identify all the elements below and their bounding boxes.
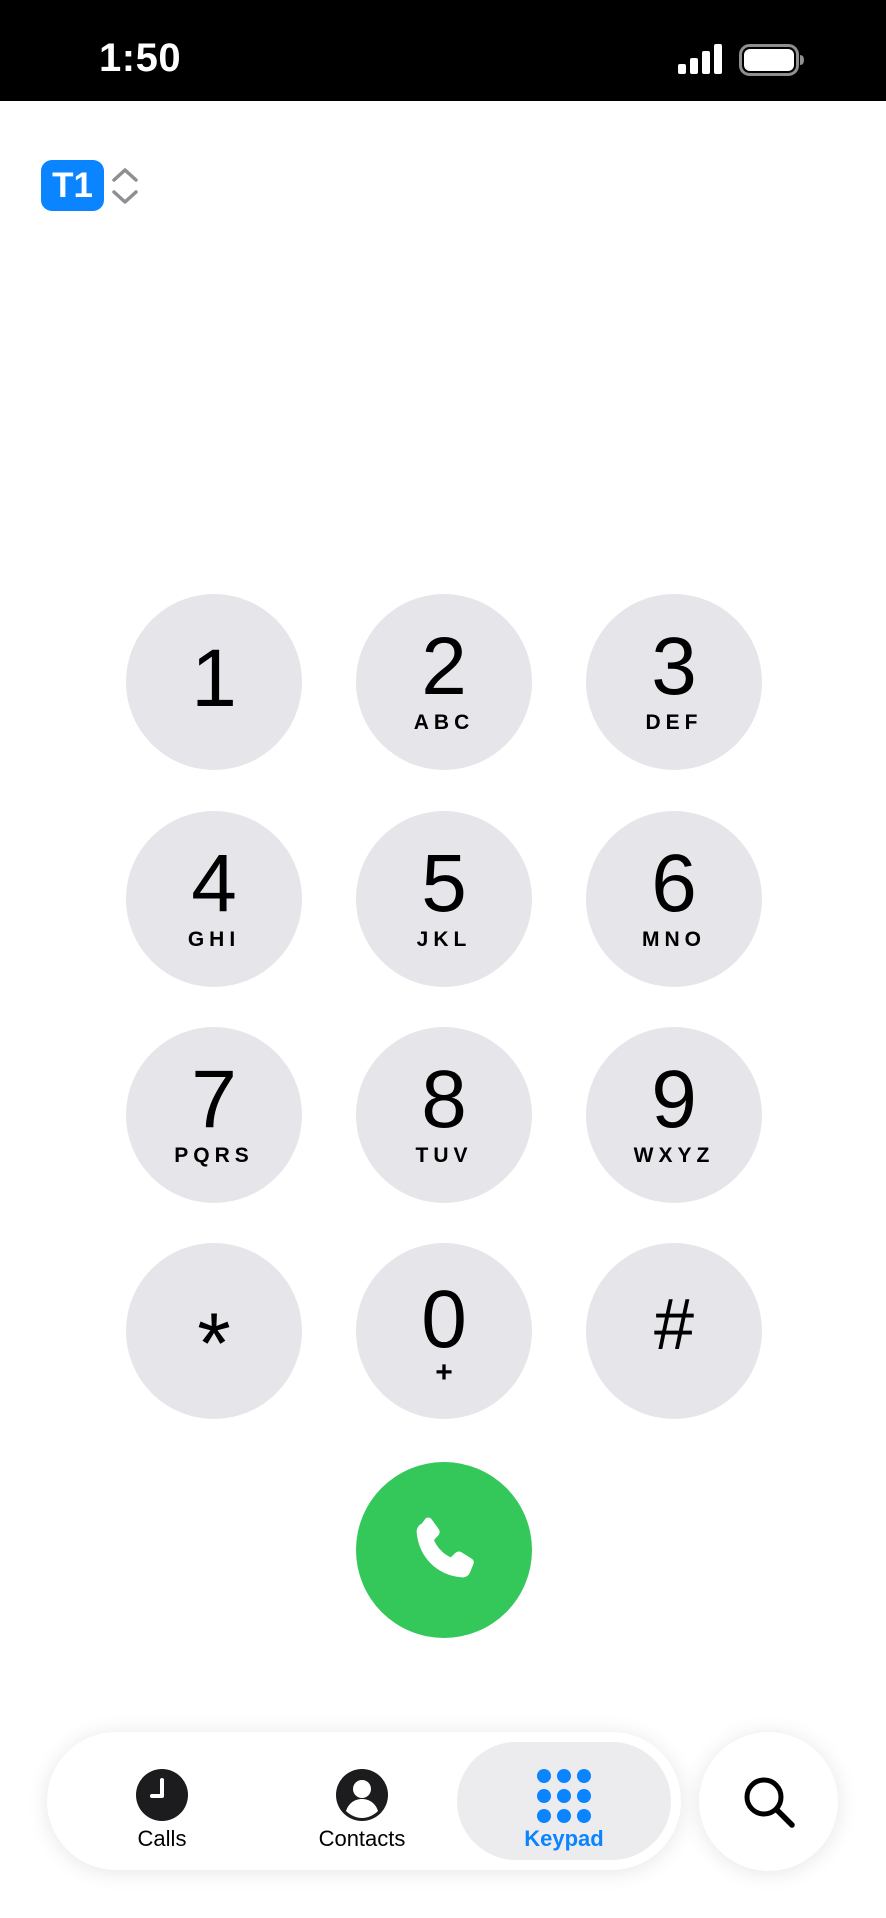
tab-bar: Calls Contacts Keypad xyxy=(47,1732,681,1870)
tab-keypad[interactable]: Keypad xyxy=(457,1742,671,1860)
line-selector[interactable]: T1 xyxy=(41,160,151,212)
key-digit: 7 xyxy=(191,1054,237,1145)
tab-calls[interactable]: Calls xyxy=(73,1742,251,1860)
tab-label: Calls xyxy=(137,1826,187,1851)
status-bar: 1:50 xyxy=(0,0,886,101)
key-4[interactable]: 5 JKL xyxy=(356,811,532,987)
tab-contacts[interactable]: Contacts xyxy=(273,1742,451,1860)
key-digit: 6 xyxy=(651,838,697,929)
key-letters: MNO xyxy=(642,928,706,951)
key-5[interactable]: 6 MNO xyxy=(586,811,762,987)
key-8[interactable]: 9 WXYZ xyxy=(586,1027,762,1203)
key-letters: DEF xyxy=(645,711,703,734)
search-icon xyxy=(744,1777,795,1828)
key-digit: 4 xyxy=(191,838,237,929)
key-letters: TUV xyxy=(415,1144,473,1167)
keypad-grid-icon xyxy=(537,1769,591,1823)
key-digit: 0 xyxy=(421,1274,467,1365)
key-letters: PQRS xyxy=(174,1144,254,1167)
battery-icon xyxy=(739,44,804,76)
key-2[interactable]: 3 DEF xyxy=(586,594,762,770)
key-7[interactable]: 8 TUV xyxy=(356,1027,532,1203)
key-1[interactable]: 2 ABC xyxy=(356,594,532,770)
clock-icon xyxy=(136,1769,188,1821)
search-button[interactable] xyxy=(699,1732,838,1871)
key-3[interactable]: 4 GHI xyxy=(126,811,302,987)
key-digit: 3 xyxy=(651,621,697,712)
tab-label: Keypad xyxy=(524,1826,604,1851)
call-button[interactable] xyxy=(356,1462,532,1638)
cellular-signal-icon xyxy=(678,44,722,74)
key-9[interactable]: * xyxy=(126,1243,302,1419)
key-0[interactable]: 1 xyxy=(126,594,302,770)
key-digit: 5 xyxy=(421,838,467,929)
key-letters: ABC xyxy=(413,711,475,734)
key-digit: 2 xyxy=(421,621,467,712)
key-letters: JKL xyxy=(416,928,472,951)
key-digit: * xyxy=(197,1296,231,1392)
phone-icon xyxy=(416,1517,474,1578)
key-10[interactable]: 0 + xyxy=(356,1243,532,1419)
key-letters: + xyxy=(435,1356,453,1389)
key-digit: 1 xyxy=(191,633,237,724)
key-6[interactable]: 7 PQRS xyxy=(126,1027,302,1203)
line-badge: T1 xyxy=(41,160,104,211)
chevron-up-down-icon xyxy=(112,168,138,204)
key-11[interactable]: # xyxy=(586,1243,762,1419)
key-digit: 8 xyxy=(421,1054,467,1145)
key-letters: GHI xyxy=(187,928,241,951)
key-digit: # xyxy=(653,1285,695,1365)
tab-label: Contacts xyxy=(318,1826,406,1851)
key-digit: 9 xyxy=(651,1054,697,1145)
person-circle-icon xyxy=(336,1769,388,1821)
key-letters: WXYZ xyxy=(633,1144,715,1167)
status-time: 1:50 xyxy=(99,36,182,80)
